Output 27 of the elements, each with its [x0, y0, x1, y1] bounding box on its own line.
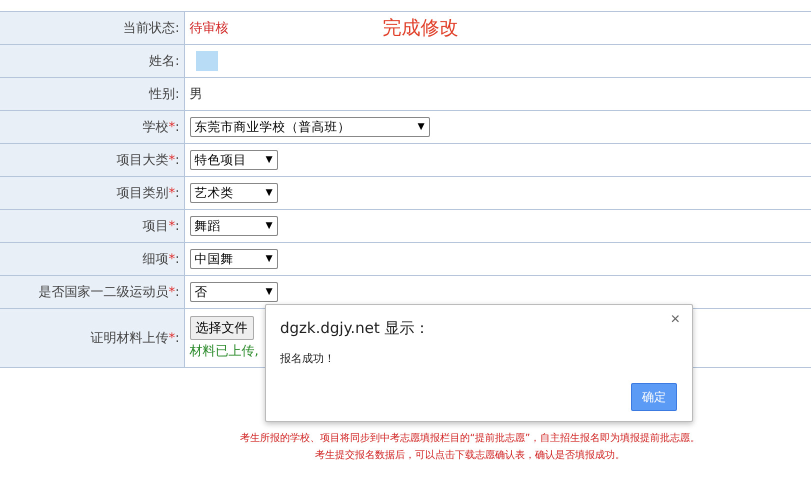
field-label: 项目*:: [142, 219, 180, 234]
field-value: 男: [190, 87, 202, 102]
field-label: 是否国家一二级运动员*:: [38, 285, 180, 300]
field-label: 性别:: [149, 87, 180, 102]
select-dropdown[interactable]: 舞蹈 ▼: [190, 216, 278, 236]
select-dropdown[interactable]: 艺术类 ▼: [190, 183, 278, 203]
upload-status: 材料已上传,: [190, 342, 259, 360]
field-label: 证明材料上传*:: [90, 331, 180, 346]
select-dropdown[interactable]: 特色项目 ▼: [190, 150, 278, 170]
field-label: 细项*:: [142, 252, 180, 267]
select-dropdown[interactable]: 中国舞 ▼: [190, 249, 278, 269]
status-value: 待审核: [190, 21, 228, 36]
field-label: 当前状态:: [123, 21, 180, 36]
field-label: 姓名:: [149, 54, 180, 69]
select-dropdown[interactable]: 否 ▼: [190, 282, 278, 302]
field-label: 项目类别*:: [116, 186, 180, 201]
close-button[interactable]: ×: [668, 311, 682, 329]
dialog-title: dgzk.dgjy.net 显示：: [280, 319, 430, 338]
choose-file-button[interactable]: 选择文件: [190, 316, 254, 340]
dialog-message: 报名成功！: [280, 351, 335, 366]
notice-text: 考生所报的学校、项目将同步到中考志愿填报栏目的“提前批志愿”，自主招生报名即为填报提前批志愿。: [238, 432, 702, 446]
notice-text: 考生提交报名数据后，可以点击下载志愿确认表，确认是否填报成功。: [314, 448, 626, 463]
complete-edit-link[interactable]: 完成修改: [382, 15, 458, 41]
redaction-block: [196, 51, 218, 71]
field-label: 学校*:: [142, 120, 180, 135]
field-label: 项目大类*:: [116, 153, 180, 168]
select-dropdown[interactable]: 东莞市商业学校（普高班） ▼: [190, 117, 430, 137]
